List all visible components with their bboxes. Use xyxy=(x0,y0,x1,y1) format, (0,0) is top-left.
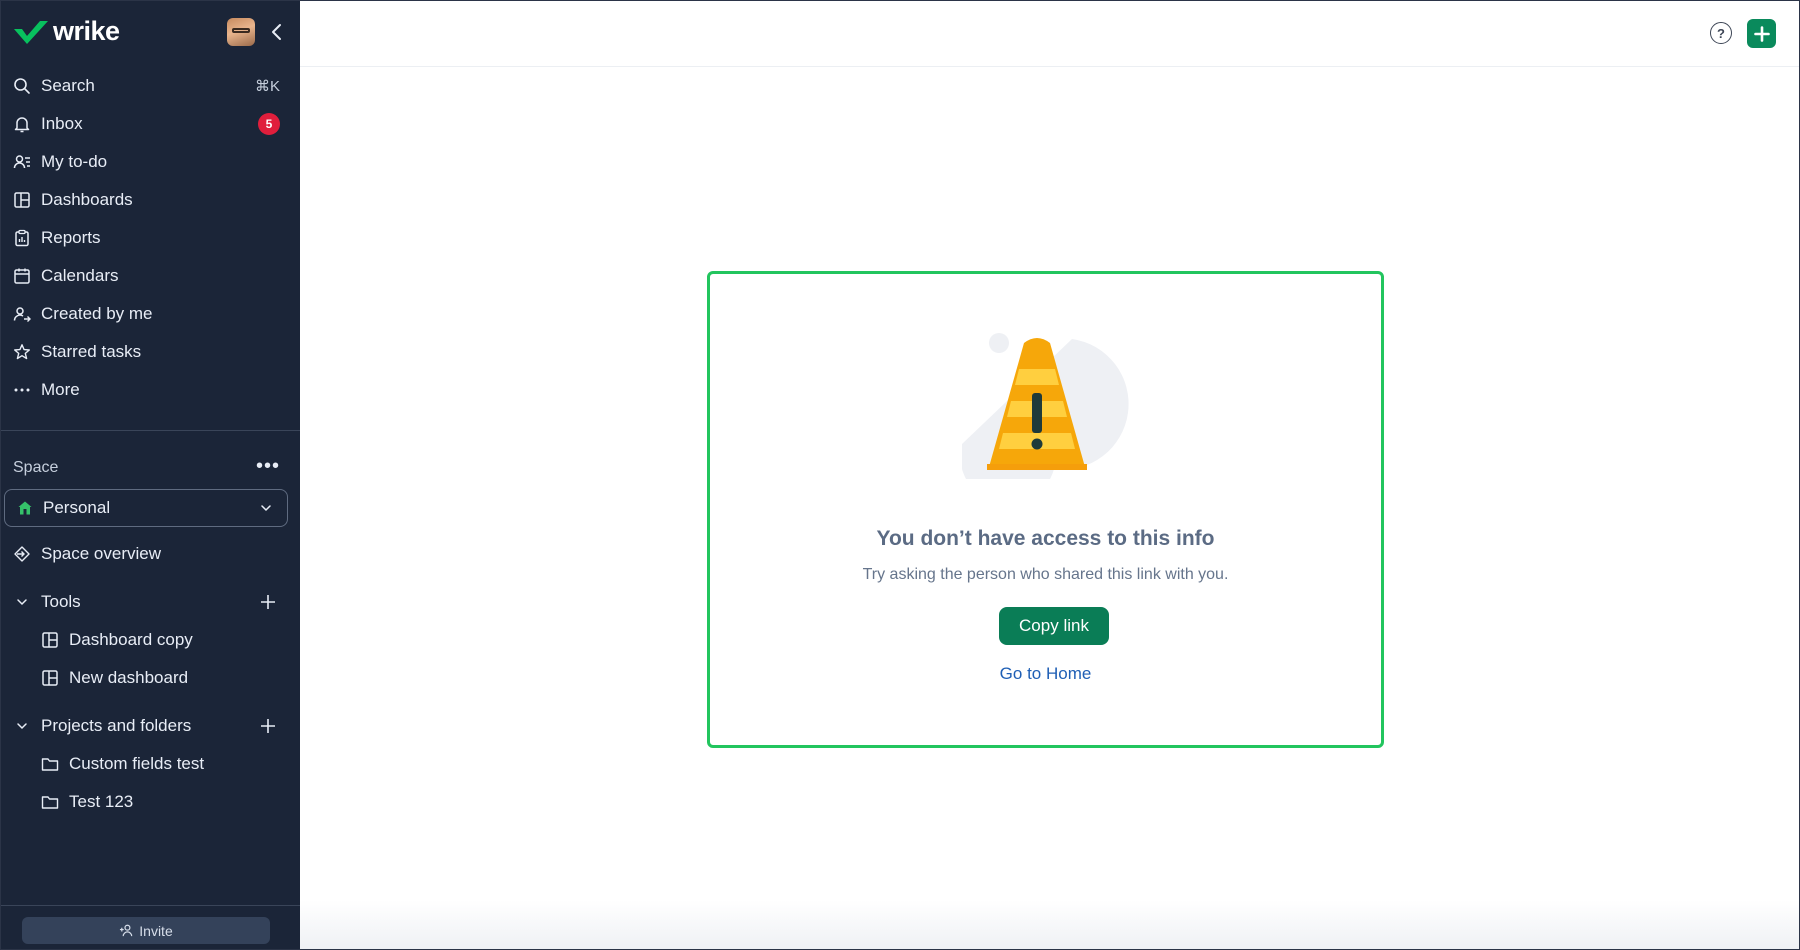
space-overview-label: Space overview xyxy=(41,544,162,563)
nav-label: Calendars xyxy=(41,266,119,285)
chevron-down-icon xyxy=(13,593,31,611)
tool-item-label: New dashboard xyxy=(69,668,189,687)
tools-section-header[interactable]: Tools xyxy=(0,583,300,621)
star-icon xyxy=(13,343,31,361)
projects-label: Projects and folders xyxy=(41,716,192,735)
plus-icon xyxy=(1753,25,1770,42)
sidebar-header: wrike xyxy=(12,14,288,50)
space-overview-link[interactable]: Space overview xyxy=(0,535,300,573)
tools-label: Tools xyxy=(41,592,81,611)
search-icon xyxy=(13,77,31,95)
search-shortcut: ⌘K xyxy=(254,78,280,95)
nav-label: Inbox xyxy=(41,114,83,133)
nav-item-my-to-do[interactable]: My to-do xyxy=(0,143,300,181)
go-to-home-link[interactable]: Go to Home xyxy=(710,664,1381,684)
folder-item-label: Test 123 xyxy=(69,792,134,811)
no-access-subtitle: Try asking the person who shared this li… xyxy=(862,566,1229,583)
dashboard-icon xyxy=(13,191,31,209)
invite-divider xyxy=(0,905,300,906)
bell-icon xyxy=(13,115,31,133)
nav-item-dashboards[interactable]: Dashboards xyxy=(0,181,300,219)
projects-section-header[interactable]: Projects and folders xyxy=(0,707,300,745)
invite-button[interactable]: Invite xyxy=(22,917,270,944)
nav-item-reports[interactable]: Reports xyxy=(0,219,300,257)
add-user-icon xyxy=(120,924,133,937)
collapse-sidebar-icon[interactable] xyxy=(267,22,287,42)
nav-label: Dashboards xyxy=(41,190,133,209)
space-tree: Space overview Tools Dashboard copy New … xyxy=(0,535,300,821)
folder-item-test-123[interactable]: Test 123 xyxy=(0,783,300,821)
bottom-shadow xyxy=(300,900,1800,950)
help-icon[interactable]: ? xyxy=(1710,22,1732,44)
top-bar xyxy=(300,0,1800,67)
tool-item-dashboard-copy[interactable]: Dashboard copy xyxy=(0,621,300,659)
calendar-icon xyxy=(13,267,31,285)
space-selector[interactable]: Personal xyxy=(4,489,288,527)
dashboard-icon xyxy=(41,669,59,687)
report-icon xyxy=(13,229,31,247)
home-icon xyxy=(18,501,32,515)
space-more-icon[interactable]: ••• xyxy=(256,456,280,476)
invite-label: Invite xyxy=(139,922,173,939)
user-list-icon xyxy=(13,153,31,171)
warning-cone-illustration xyxy=(962,333,1129,479)
nav-item-search[interactable]: Search ⌘K xyxy=(0,67,300,105)
checkmark-logo-icon xyxy=(14,20,48,44)
logo-text: wrike xyxy=(53,16,120,46)
avatar[interactable] xyxy=(227,18,255,46)
no-access-title: You don’t have access to this info xyxy=(876,527,1215,550)
folder-item-label: Custom fields test xyxy=(69,754,205,773)
enter-icon xyxy=(13,545,31,563)
folder-icon xyxy=(41,793,59,811)
sidebar-divider xyxy=(0,430,300,431)
nav-label: Reports xyxy=(41,228,101,247)
dashboard-icon xyxy=(41,631,59,649)
nav-label: Created by me xyxy=(41,304,153,323)
add-new-button[interactable] xyxy=(1747,19,1776,48)
nav-label: My to-do xyxy=(41,152,108,171)
nav-label: Search xyxy=(41,76,95,95)
nav-item-created-by-me[interactable]: Created by me xyxy=(0,295,300,333)
wrike-logo[interactable]: wrike xyxy=(12,16,120,47)
nav-label: More xyxy=(41,380,80,399)
nav-item-calendars[interactable]: Calendars xyxy=(0,257,300,295)
user-arrow-icon xyxy=(13,305,31,323)
sidebar: wrike Search ⌘K Inbox 5 My to-do Dashboa… xyxy=(0,0,300,950)
copy-link-button[interactable]: Copy link xyxy=(999,607,1109,645)
nav-item-more[interactable]: More xyxy=(0,371,300,409)
nav-item-starred-tasks[interactable]: Starred tasks xyxy=(0,333,300,371)
nav-item-inbox[interactable]: Inbox 5 xyxy=(0,105,300,143)
nav-label: Starred tasks xyxy=(41,342,142,361)
no-access-panel: You don’t have access to this info Try a… xyxy=(707,271,1384,748)
chevron-down-icon xyxy=(13,717,31,735)
inbox-count-badge: 5 xyxy=(258,113,280,135)
dots-icon xyxy=(13,381,31,399)
add-project-icon[interactable] xyxy=(260,718,276,734)
main-nav: Search ⌘K Inbox 5 My to-do Dashboards Re… xyxy=(0,67,300,409)
chevron-down-icon xyxy=(261,505,271,512)
space-selected-label: Personal xyxy=(43,498,111,517)
add-tool-icon[interactable] xyxy=(260,594,276,610)
tool-item-label: Dashboard copy xyxy=(69,630,193,649)
tool-item-new-dashboard[interactable]: New dashboard xyxy=(0,659,300,697)
folder-icon xyxy=(41,755,59,773)
folder-item-custom-fields-test[interactable]: Custom fields test xyxy=(0,745,300,783)
space-heading: Space xyxy=(13,459,59,476)
